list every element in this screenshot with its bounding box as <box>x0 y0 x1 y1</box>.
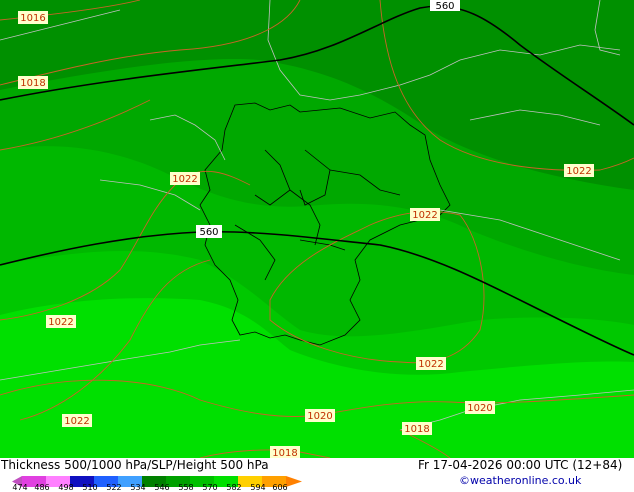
scale-tick: 498 <box>58 483 74 492</box>
scale-tick: 582 <box>226 483 242 492</box>
scale-tick: 486 <box>34 483 50 492</box>
scale-tick: 522 <box>106 483 122 492</box>
thickness-color-scale: 474 486 498 510 522 534 546 558 570 582 … <box>12 472 312 492</box>
scale-tick: 474 <box>12 483 28 492</box>
scale-tick: 534 <box>130 483 146 492</box>
credit-link[interactable]: ©weatheronline.co.uk <box>459 474 581 487</box>
map-footer: Thickness 500/1000 hPa/SLP/Height 500 hP… <box>0 458 634 492</box>
scale-tick: 606 <box>272 483 288 492</box>
isobar-label: 1020 <box>467 403 492 414</box>
isobar-label: 1018 <box>272 448 297 458</box>
isobar-label: 1018 <box>404 424 429 435</box>
scale-tick: 594 <box>250 483 266 492</box>
isobar-label: 1022 <box>172 174 197 185</box>
isobar-label: 1016 <box>20 13 45 24</box>
weather-map: 1016 1018 1022 1022 1022 1022 1022 1022 … <box>0 0 634 458</box>
scale-tick: 546 <box>154 483 170 492</box>
scale-tick: 510 <box>82 483 98 492</box>
isobar-label: 1022 <box>418 359 443 370</box>
height-label: 560 <box>199 227 218 238</box>
isobar-label: 1020 <box>307 411 332 422</box>
isobar-label: 1022 <box>566 166 591 177</box>
valid-time: Fr 17-04-2026 00:00 UTC (12+84) <box>418 458 623 472</box>
scale-tick: 558 <box>178 483 194 492</box>
map-title: Thickness 500/1000 hPa/SLP/Height 500 hP… <box>1 458 269 472</box>
scale-tick: 570 <box>202 483 218 492</box>
height-label: 560 <box>435 1 454 12</box>
isobar-label: 1018 <box>20 78 45 89</box>
isobar-label: 1022 <box>48 317 73 328</box>
isobar-label: 1022 <box>64 416 89 427</box>
isobar-label: 1022 <box>412 210 437 221</box>
